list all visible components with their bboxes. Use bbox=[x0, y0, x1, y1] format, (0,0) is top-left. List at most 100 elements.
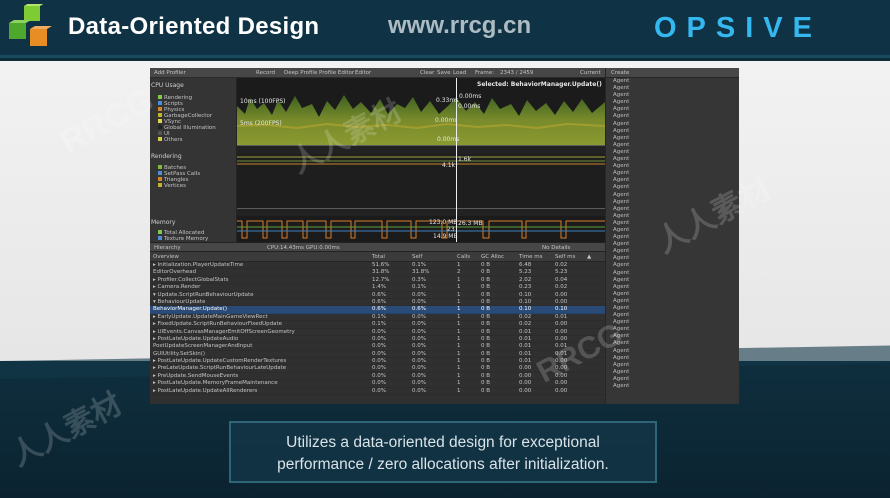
hierarchy-agent-item[interactable]: Agent bbox=[606, 355, 739, 362]
hierarchy-agent-item[interactable]: Agent bbox=[606, 163, 739, 170]
hierarchy-agent-item[interactable]: Agent bbox=[606, 312, 739, 319]
table-row[interactable]: EditorOverhead 31.8% 31.8% 2 0 B 5.23 5.23 bbox=[150, 269, 605, 277]
table-row[interactable]: ▸ PostLateUpdate.UpdateCustomRenderTextu… bbox=[150, 358, 605, 366]
save-button[interactable]: Save bbox=[437, 70, 451, 76]
create-dropdown[interactable]: Create bbox=[611, 70, 629, 76]
hierarchy-agent-item[interactable]: Agent bbox=[606, 241, 739, 248]
hierarchy-agent-item[interactable]: Agent bbox=[606, 213, 739, 220]
current-frame-button[interactable]: Current bbox=[580, 70, 601, 76]
sample-name-cell: ▾ Update.ScriptRunBehaviourUpdate bbox=[153, 291, 254, 298]
hierarchy-agent-item[interactable]: Agent bbox=[606, 376, 739, 383]
hierarchy-agent-item[interactable]: Agent bbox=[606, 121, 739, 128]
hierarchy-agent-item[interactable]: Agent bbox=[606, 362, 739, 369]
clear-button[interactable]: Clear bbox=[420, 70, 434, 76]
hierarchy-panel: Create Agent Agent Agent Agent Agent Agent Age… bbox=[605, 68, 739, 404]
hierarchy-agent-item[interactable]: Agent bbox=[606, 262, 739, 269]
hierarchy-agent-item[interactable]: Agent bbox=[606, 255, 739, 262]
table-row[interactable]: ▾ Update.ScriptRunBehaviourUpdate 0.6% 0.0… bbox=[150, 292, 605, 299]
table-cell: 0.0% bbox=[372, 372, 386, 379]
table-cell: 0.0% bbox=[412, 321, 426, 328]
hierarchy-agent-item[interactable]: Agent bbox=[606, 113, 739, 120]
hierarchy-agent-item[interactable]: Agent bbox=[606, 319, 739, 326]
hierarchy-agent-item[interactable]: Agent bbox=[606, 277, 739, 284]
column-header-self[interactable]: Self bbox=[412, 254, 422, 260]
column-header-total[interactable]: Total bbox=[372, 254, 385, 260]
table-row[interactable]: ▸ PostLateUpdate.MemoryFrameMaintenance 0… bbox=[150, 380, 605, 388]
table-row[interactable]: ▸ FixedUpdate.ScriptRunBehaviourFixedUpd… bbox=[150, 321, 605, 329]
hierarchy-agent-item[interactable]: Agent bbox=[606, 135, 739, 142]
hierarchy-agent-item[interactable]: Agent bbox=[606, 149, 739, 156]
table-cell: 0.0% bbox=[412, 387, 426, 394]
table-row[interactable]: PostUpdateScreenManagerAndInput 0.0% 0.0% 1… bbox=[150, 343, 605, 351]
column-header-overview[interactable]: Overview bbox=[153, 254, 179, 260]
table-row[interactable]: ▸ Profiler.CollectGlobalStats 12.7% 0.3% 1 0… bbox=[150, 277, 605, 285]
sample-name-cell: ▸ PostLateUpdate.MemoryFrameMaintenance bbox=[153, 380, 278, 387]
sample-name-cell: ▸ Initialization.PlayerUpdateTime bbox=[153, 262, 244, 268]
hierarchy-agent-item[interactable]: Agent bbox=[606, 99, 739, 106]
hierarchy-agent-item[interactable]: Agent bbox=[606, 284, 739, 291]
profiler-graph-area[interactable]: 10ms (100FPS) 5ms (200FPS) Selected: Beh… bbox=[237, 78, 605, 242]
deep-profile-toggle[interactable]: Deep Profile bbox=[284, 70, 317, 76]
hierarchy-agent-item[interactable]: Agent bbox=[606, 326, 739, 333]
hierarchy-agent-item[interactable]: Agent bbox=[606, 184, 739, 191]
table-row[interactable]: ▸ PostLateUpdate.UpdateAudio 0.0% 0.0% 1 0 B… bbox=[150, 335, 605, 344]
rendering-module[interactable]: Rendering bbox=[151, 153, 182, 160]
hierarchy-agent-item[interactable]: Agent bbox=[606, 177, 739, 184]
hierarchy-agent-item[interactable]: Agent bbox=[606, 78, 739, 85]
hierarchy-agent-item[interactable]: Agent bbox=[606, 206, 739, 213]
hierarchy-agent-item[interactable]: Agent bbox=[606, 106, 739, 113]
column-header-calls[interactable]: Calls bbox=[457, 254, 470, 260]
table-row[interactable]: GUIUtility.SetSkin() 0.0% 0.0% 1 0 B 0.01 0.01 bbox=[150, 351, 605, 359]
hierarchy-agent-item[interactable]: Agent bbox=[606, 234, 739, 241]
hierarchy-agent-item[interactable]: Agent bbox=[606, 85, 739, 92]
table-row[interactable]: ▸ EarlyUpdate.UpdateMainGameViewRect 0.1%… bbox=[150, 314, 605, 322]
memory-module[interactable]: Memory bbox=[151, 219, 175, 226]
column-header-gc-alloc[interactable]: GC Alloc bbox=[481, 254, 504, 260]
hierarchy-agent-item[interactable]: Agent bbox=[606, 170, 739, 177]
table-row[interactable]: ▾ BehaviourUpdate 0.6% 0.0% 1 0 B 0.10 0.00 bbox=[150, 299, 605, 307]
hierarchy-agent-item[interactable]: Agent bbox=[606, 305, 739, 312]
frame-cursor-line[interactable] bbox=[456, 78, 457, 242]
editor-dropdown[interactable]: Editor bbox=[355, 70, 371, 76]
cpu-usage-module[interactable]: CPU Usage bbox=[151, 82, 184, 89]
hierarchy-agent-item[interactable]: Agent bbox=[606, 192, 739, 199]
add-profiler-dropdown[interactable]: Add Profiler bbox=[154, 70, 186, 76]
details-dropdown[interactable]: No Details bbox=[542, 245, 570, 251]
table-row[interactable]: ▸ PreLateUpdate.ScriptRunBehaviourLateUp… bbox=[150, 365, 605, 373]
hierarchy-agent-item[interactable]: Agent bbox=[606, 92, 739, 99]
record-toggle[interactable]: Record bbox=[256, 70, 275, 76]
slide-title: Data-Oriented Design bbox=[68, 13, 320, 40]
hierarchy-agent-item[interactable]: Agent bbox=[606, 291, 739, 298]
table-row[interactable]: ▸ UIEvents.CanvasManagerEmitOffScreenGeo… bbox=[150, 329, 605, 336]
hierarchy-agent-item[interactable]: Agent bbox=[606, 369, 739, 376]
hierarchy-agent-item[interactable]: Agent bbox=[606, 199, 739, 206]
hierarchy-agent-item[interactable]: Agent bbox=[606, 270, 739, 277]
hierarchy-agent-item[interactable]: Agent bbox=[606, 383, 739, 390]
hierarchy-agent-item[interactable]: Agent bbox=[606, 128, 739, 135]
hierarchy-agent-item[interactable]: Agent bbox=[606, 298, 739, 305]
table-cell: 2 bbox=[457, 269, 461, 276]
hierarchy-agent-item[interactable]: Agent bbox=[606, 248, 739, 255]
hierarchy-agent-item[interactable]: Agent bbox=[606, 142, 739, 149]
hierarchy-agent-item[interactable]: Agent bbox=[606, 156, 739, 163]
column-header-time-ms[interactable]: Time ms bbox=[519, 254, 542, 260]
profile-editor-toggle[interactable]: Profile Editor bbox=[319, 70, 354, 76]
table-row[interactable]: ▸ PreUpdate.SendMouseEvents 0.0% 0.0% 1 0 B 0… bbox=[150, 372, 605, 381]
hierarchy-agent-item[interactable]: Agent bbox=[606, 340, 739, 347]
table-cell: 1 bbox=[457, 262, 461, 268]
hierarchy-agent-item[interactable]: Agent bbox=[606, 220, 739, 227]
column-header-self-ms[interactable]: Self ms bbox=[555, 254, 575, 260]
table-row[interactable]: ▸ Camera.Render 1.4% 0.1% 1 0 B 0.23 0.02 bbox=[150, 284, 605, 292]
table-cell: 0.0% bbox=[372, 343, 386, 350]
hierarchy-agent-item[interactable]: Agent bbox=[606, 348, 739, 355]
table-row[interactable]: ▸ Initialization.PlayerUpdateTime 51.6% 0.… bbox=[150, 262, 605, 270]
sample-name-cell: ▸ PostLateUpdate.UpdateAudio bbox=[153, 335, 239, 342]
table-cell: 0 B bbox=[481, 269, 491, 276]
hierarchy-agent-item[interactable]: Agent bbox=[606, 227, 739, 234]
load-button[interactable]: Load bbox=[453, 70, 466, 76]
hierarchy-agent-item[interactable]: Agent bbox=[606, 333, 739, 340]
table-cell: 0.00 bbox=[519, 372, 532, 379]
hierarchy-view-dropdown[interactable]: Hierarchy bbox=[154, 245, 181, 251]
table-row[interactable]: ▸ PostLateUpdate.UpdateAllRenderers 0.0% 0… bbox=[150, 387, 605, 396]
selected-table-row[interactable]: BehaviorManager.Update() 0.6% 0.6% 1 0 B 0.10… bbox=[150, 306, 605, 314]
